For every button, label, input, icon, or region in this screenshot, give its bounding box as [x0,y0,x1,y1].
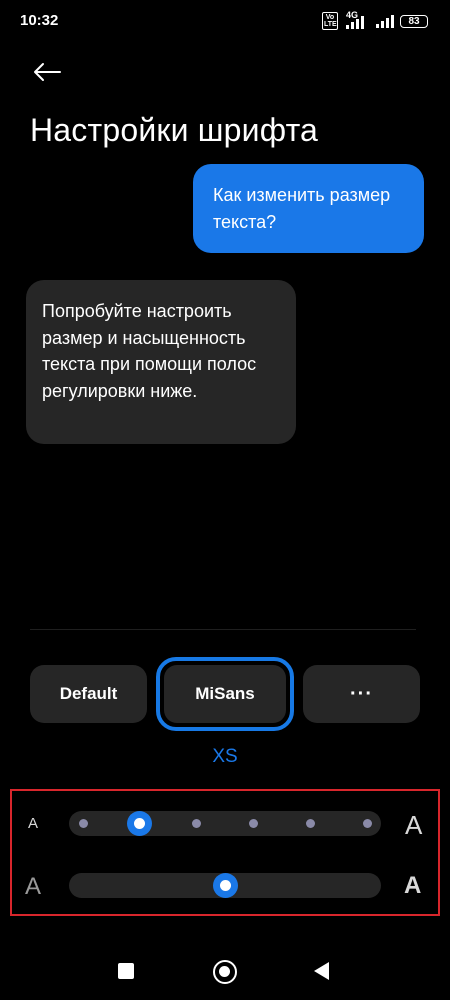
signal-icon [376,14,394,28]
font-misans-label: MiSans [164,665,286,723]
question-bubble: Как изменить размер текста? [193,164,424,253]
size-slider-tick [78,819,88,828]
volte-icon: Vo LTE [322,12,338,30]
battery-icon: 83 [400,14,428,28]
arrow-left-icon [34,63,61,81]
navigation-bar [0,950,450,1000]
size-slider-tick [362,819,372,828]
home-button[interactable] [213,960,237,984]
weight-min-label: A [25,873,42,900]
weight-max-label: A [404,872,422,899]
divider [30,629,416,630]
answer-bubble: Попробуйте настроить размер и насыщеннос… [26,280,296,444]
size-slider-tick [305,819,315,828]
size-min-label: A [28,815,39,832]
more-fonts-button[interactable]: ··· [303,665,420,723]
network-icon: 4G [344,10,370,29]
size-label: XS [212,746,238,767]
size-slider-tick [248,819,258,828]
page-title: Настройки шрифта [30,112,319,148]
back-button[interactable] [30,56,64,88]
status-icons: Vo LTE 4G 83 [322,10,428,30]
font-misans-button[interactable]: MiSans [156,657,294,731]
weight-slider-thumb[interactable] [212,873,238,898]
size-slider[interactable] [69,811,381,836]
font-default-button[interactable]: Default [30,665,147,723]
weight-slider[interactable] [69,873,381,898]
size-slider-thumb[interactable] [127,811,153,836]
status-time: 10:32 [20,12,59,29]
recents-button[interactable] [118,963,134,979]
nav-back-button[interactable] [314,962,329,980]
size-slider-tick [192,819,202,828]
size-max-label: A [405,810,423,840]
status-bar: 10:32 Vo LTE 4G 83 [0,0,450,40]
